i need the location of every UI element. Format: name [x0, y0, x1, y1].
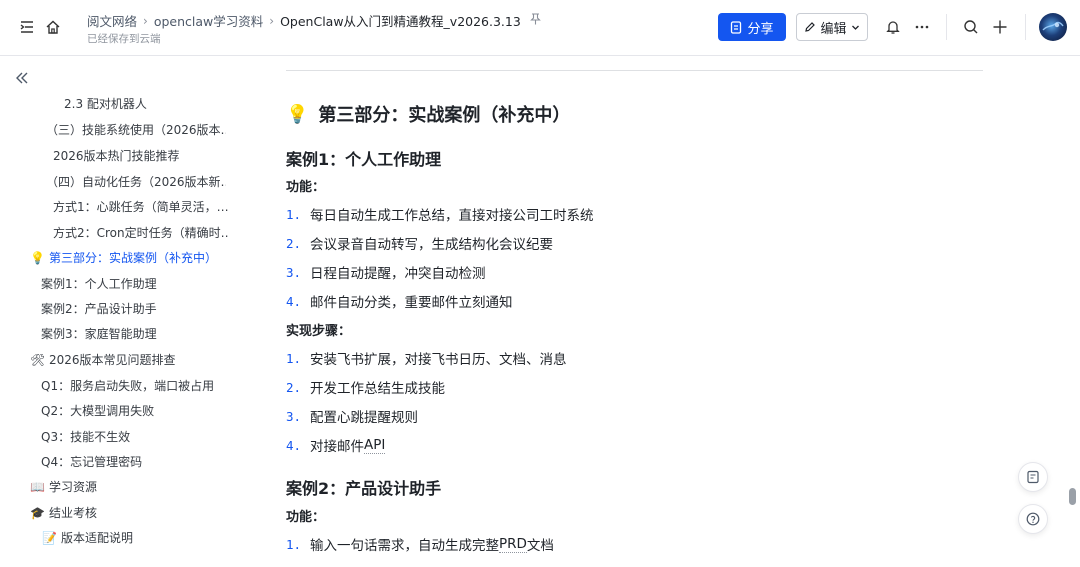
help-button[interactable]	[1018, 504, 1048, 534]
toc-item[interactable]: 📖 学习资源	[30, 478, 230, 495]
toc-item[interactable]: 方式2：Cron定时任务（精确时…	[53, 224, 229, 241]
chevron-right-icon: ›	[143, 13, 148, 28]
toc-item[interactable]: （三）技能系统使用（2026版本…	[46, 121, 226, 138]
list-item: 2. 会议录音自动转写，生成结构化会议纪要	[286, 235, 553, 254]
search-icon[interactable]	[960, 16, 982, 38]
share-button[interactable]: 分享	[718, 13, 786, 41]
list-item: 1. 安装飞书扩展，对接飞书日历、文档、消息	[286, 350, 567, 369]
list-item: 4. 邮件自动分类，重要邮件立刻通知	[286, 293, 513, 312]
edit-label: 编辑	[820, 21, 847, 37]
spellcheck-word: PRD	[499, 535, 527, 553]
toc-item[interactable]: Q2：大模型调用失败	[41, 402, 231, 419]
case2-heading: 案例2：产品设计助手	[286, 479, 442, 498]
toc-item-label: 方式1：心跳任务（简单灵活，…	[53, 200, 229, 214]
breadcrumb-workspace[interactable]: 阅文网络	[87, 11, 137, 30]
lightbulb-icon: 💡	[286, 103, 309, 125]
toc-item-label: 方式2：Cron定时任务（精确时…	[53, 226, 229, 240]
toc-item-label: Q3：技能不生效	[41, 430, 131, 444]
case1-steps-label: 实现步骤：	[286, 324, 352, 339]
toc-item-label: 第三部分：实战案例（补充中）	[49, 251, 218, 265]
list-item: 3. 日程自动提醒，冲突自动检测	[286, 264, 486, 283]
document-body: 💡 第三部分：实战案例（补充中） 案例1：个人工作助理 功能： 1. 每日自动生成…	[286, 57, 986, 567]
help-icon	[1026, 512, 1040, 526]
toc-item[interactable]: 2026版本热门技能推荐	[53, 147, 233, 164]
toc-item-label: （三）技能系统使用（2026版本…	[46, 123, 226, 137]
toc-item[interactable]: Q1：服务启动失败，端口被占用	[41, 377, 231, 394]
toc-item-label: 2.3 配对机器人	[64, 97, 147, 111]
chevron-right-icon: ›	[269, 13, 275, 28]
more-icon[interactable]	[911, 16, 933, 38]
toc-item[interactable]: （四）自动化任务（2026版本新…	[46, 173, 226, 190]
toc-item[interactable]: 方式1：心跳任务（简单灵活，…	[53, 198, 229, 215]
toc-item-label: 2026版本常见问题排查	[49, 353, 176, 367]
toc-item-label: 2026版本热门技能推荐	[53, 149, 180, 163]
spellcheck-word: API	[364, 436, 386, 454]
divider	[286, 70, 983, 71]
chevron-down-icon	[851, 25, 859, 30]
home-icon[interactable]	[42, 16, 64, 38]
document-title[interactable]: OpenClaw从入门到精通教程_v2026.3.13	[280, 11, 521, 30]
section-title: 第三部分：实战案例（补充中）	[318, 105, 571, 126]
list-item: 2. 开发工作总结生成技能	[286, 379, 445, 398]
plus-icon[interactable]	[989, 16, 1011, 38]
header-divider	[946, 14, 947, 40]
memo-icon: 📝	[42, 530, 57, 545]
collapse-sidebar-icon[interactable]	[14, 70, 32, 88]
toc-item-label: Q1：服务启动失败，端口被占用	[41, 379, 215, 393]
case2-features-label: 功能：	[286, 510, 326, 525]
toc-item[interactable]: 案例1：个人工作助理	[41, 275, 231, 292]
doc-info-icon	[1027, 470, 1039, 484]
share-doc-icon	[731, 20, 742, 34]
toc-item-label: 学习资源	[49, 480, 98, 494]
toc-item-active[interactable]: 💡 第三部分：实战案例（补充中）	[30, 249, 230, 266]
toc-item[interactable]: 🎓 结业考核	[30, 504, 230, 521]
toc-item-label: 案例2：产品设计助手	[41, 302, 157, 316]
share-label: 分享	[747, 21, 774, 37]
bell-icon[interactable]	[882, 16, 904, 38]
breadcrumb-folder[interactable]: openclaw学习资料	[154, 11, 263, 30]
header-divider	[1025, 14, 1026, 40]
outline-sidebar: 2.3 配对机器人 （三）技能系统使用（2026版本… 2026版本热门技能推荐…	[0, 57, 240, 567]
graduation-cap-icon: 🎓	[30, 505, 45, 520]
toc-item-label: 案例3：家庭智能助理	[41, 327, 157, 341]
toc-item[interactable]: Q3：技能不生效	[41, 428, 231, 445]
toc-item-label: 案例1：个人工作助理	[41, 277, 157, 291]
outline-toggle-icon[interactable]	[16, 16, 38, 38]
top-header: 阅文网络 › openclaw学习资料 › OpenClaw从入门到精通教程_v…	[0, 0, 1080, 56]
list-item: 1. 每日自动生成工作总结，直接对接公司工时系统	[286, 206, 594, 225]
list-item: 3. 配置心跳提醒规则	[286, 408, 418, 427]
toc-item-label: Q2：大模型调用失败	[41, 404, 155, 418]
list-item: 1. 输入一句话需求，自动生成完整 PRD 文档	[286, 535, 554, 555]
section-heading: 💡 第三部分：实战案例（补充中）	[286, 101, 570, 127]
toc-item-label: 版本适配说明	[61, 531, 134, 545]
saved-status: 已经保存到云端	[87, 33, 161, 45]
toc-item-label: （四）自动化任务（2026版本新…	[46, 175, 226, 189]
toc-item-label: 结业考核	[49, 506, 98, 520]
list-item: 4. 对接邮件 API	[286, 436, 386, 455]
toc-item[interactable]: Q4：忘记管理密码	[41, 453, 231, 470]
breadcrumb: 阅文网络 › openclaw学习资料 › OpenClaw从入门到精通教程_v…	[87, 11, 541, 30]
book-icon: 📖	[30, 479, 45, 494]
pin-icon[interactable]	[530, 13, 541, 28]
toc-item-label: Q4：忘记管理密码	[41, 455, 143, 469]
pencil-icon	[805, 22, 816, 32]
toc-item[interactable]: 🛠 2026版本常见问题排查	[30, 351, 230, 368]
edit-button[interactable]: 编辑	[796, 13, 868, 41]
toc-item[interactable]: 2.3 配对机器人	[64, 95, 234, 112]
toc-item[interactable]: 📝 版本适配说明	[42, 529, 232, 546]
lightbulb-icon: 💡	[30, 250, 45, 265]
scrollbar-thumb[interactable]	[1069, 488, 1076, 505]
toc-item[interactable]: 案例3：家庭智能助理	[41, 325, 231, 342]
avatar[interactable]	[1039, 13, 1067, 41]
case1-features-label: 功能：	[286, 180, 326, 195]
case1-heading: 案例1：个人工作助理	[286, 150, 442, 169]
toc-item[interactable]: 案例2：产品设计助手	[41, 300, 231, 317]
doc-info-button[interactable]	[1018, 462, 1048, 492]
tools-icon: 🛠	[30, 352, 46, 367]
